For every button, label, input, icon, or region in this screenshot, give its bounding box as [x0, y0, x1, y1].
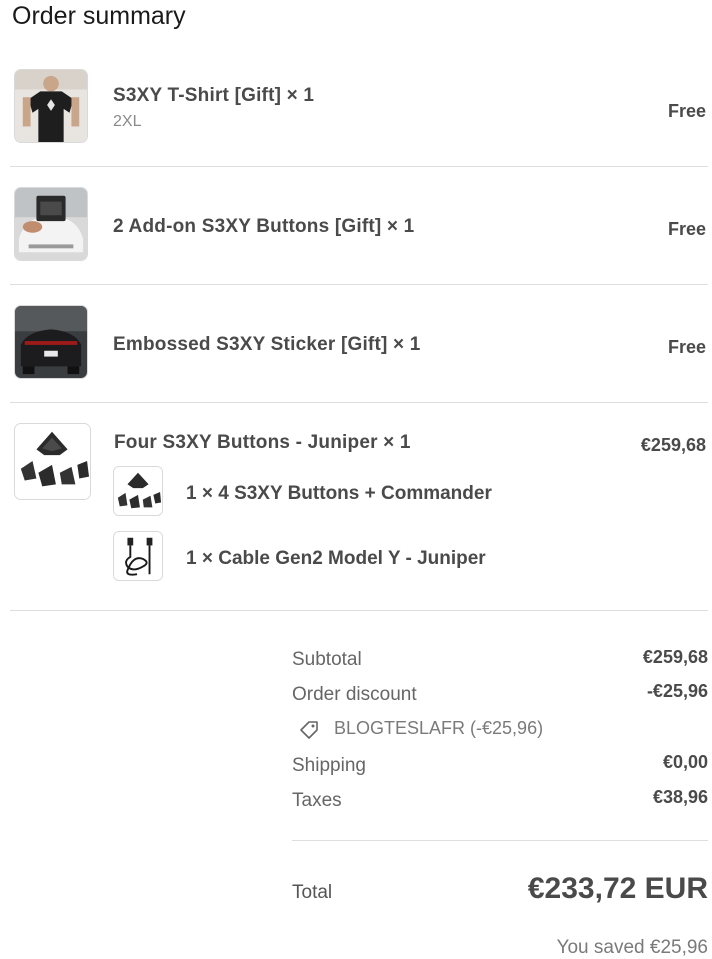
total-value: €233,72 EUR: [527, 872, 708, 905]
item-price: Free: [667, 219, 706, 239]
divider: [292, 840, 708, 841]
divider: [10, 284, 708, 285]
component-name: 1 × Cable Gen2 Model Y - Juniper: [186, 548, 486, 569]
order-summary-title: Order summary: [12, 2, 186, 30]
discount-tag-icon: [300, 721, 318, 739]
component-name: 1 × 4 S3XY Buttons + Commander: [186, 483, 492, 504]
item-price: Free: [667, 337, 706, 357]
discount-code: BLOGTESLAFR (-€25,96): [334, 718, 544, 738]
car-rear-photo-icon: [15, 306, 87, 378]
car-buttons-photo-icon: [15, 188, 87, 260]
taxes-label: Taxes: [292, 790, 342, 811]
item-price: €259,68: [640, 435, 706, 455]
cable-photo-icon: [114, 532, 162, 580]
shipping-value: €0,00: [662, 752, 708, 772]
sticker-thumbnail: [14, 305, 88, 379]
saved-amount: You saved €25,96: [556, 937, 708, 958]
subtotal-value: €259,68: [642, 647, 708, 667]
divider: [10, 610, 708, 611]
item-name: 2 Add-on S3XY Buttons [Gift] × 1: [113, 216, 415, 237]
item-variant: 2XL: [113, 113, 142, 130]
buttons-photo-icon: [114, 467, 162, 515]
item-name: Four S3XY Buttons - Juniper × 1: [114, 432, 411, 453]
order-discount-value: -€25,96: [646, 681, 708, 701]
item-name: Embossed S3XY Sticker [Gift] × 1: [113, 334, 421, 355]
item-price: Free: [667, 101, 706, 121]
shipping-label: Shipping: [292, 755, 366, 776]
component-thumbnail: [113, 531, 163, 581]
item-name: S3XY T-Shirt [Gift] × 1: [113, 85, 315, 106]
tshirt-photo-icon: [15, 70, 87, 142]
total-label: Total: [292, 882, 333, 903]
four-buttons-thumbnail: [14, 423, 91, 500]
divider: [10, 166, 708, 167]
tshirt-thumbnail: [14, 69, 88, 143]
order-discount-label: Order discount: [292, 684, 417, 705]
component-thumbnail: [113, 466, 163, 516]
addon-buttons-thumbnail: [14, 187, 88, 261]
taxes-value: €38,96: [652, 787, 708, 807]
subtotal-label: Subtotal: [292, 649, 362, 670]
divider: [10, 402, 708, 403]
buttons-photo-icon: [15, 424, 90, 499]
